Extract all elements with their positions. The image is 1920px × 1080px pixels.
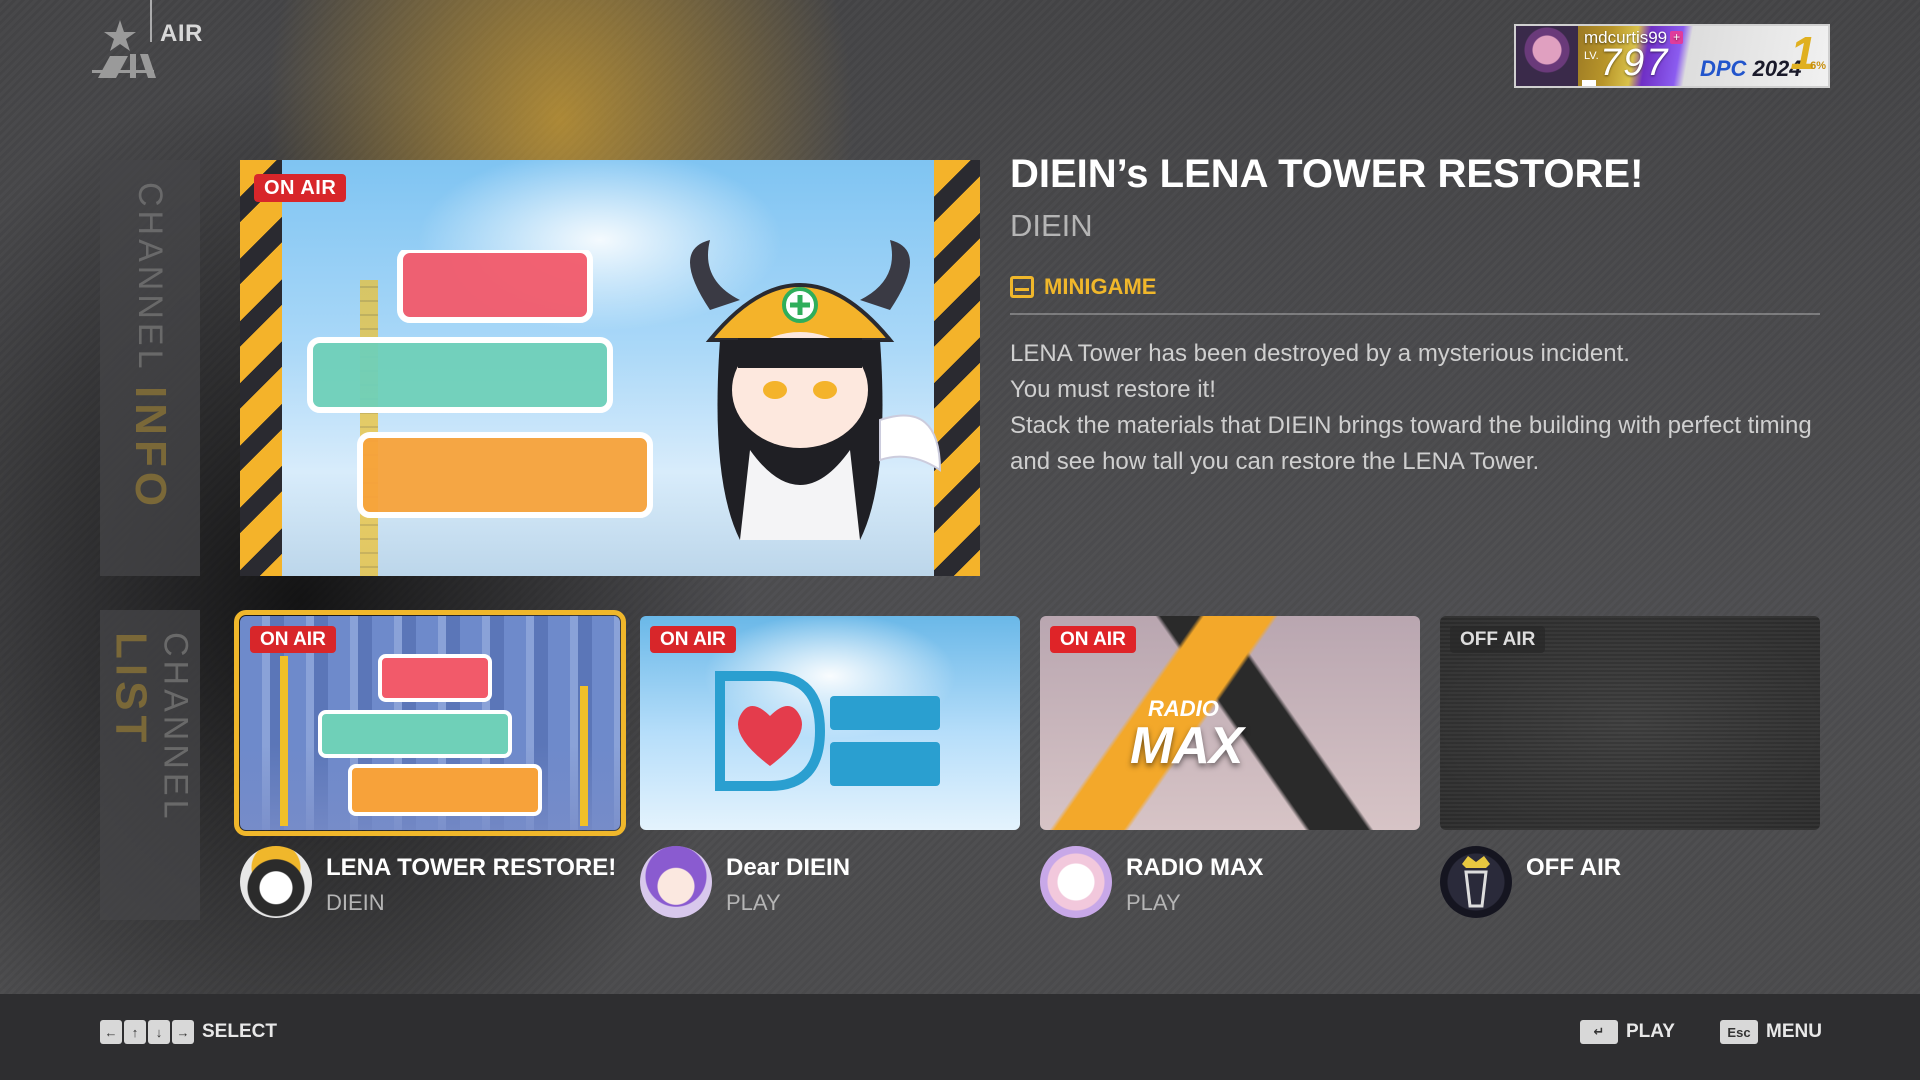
dien-character-art [690, 240, 942, 540]
featured-divider [1010, 313, 1820, 315]
tab-list-bold: LIST [106, 632, 156, 748]
desc-line-1: LENA Tower has been destroyed by a myste… [1010, 340, 1630, 367]
channel-name: OFF AIR [1526, 854, 1622, 881]
arrow-keys: ← ↑ ↓ → [100, 1020, 194, 1044]
featured-banner[interactable]: ON AIR [240, 160, 980, 576]
channel-card-off-air[interactable]: OFF AIR OFF AIR [1440, 616, 1820, 926]
channel-thumbnail[interactable]: OFF AIR [1440, 616, 1820, 830]
play-hint[interactable]: ↵ PLAY [1580, 1020, 1675, 1044]
on-air-badge: ON AIR [254, 174, 347, 202]
esc-key-icon: Esc [1720, 1020, 1758, 1044]
select-label: SELECT [202, 1021, 277, 1042]
banner-title-art [307, 250, 653, 518]
on-air-badge: ON AIR [1050, 626, 1136, 653]
radio-max-logo-bottom: MAX [1130, 717, 1244, 775]
featured-description: LENA Tower has been destroyed by a myste… [1010, 336, 1820, 480]
channel-avatar [640, 846, 712, 918]
channel-card-lena-tower[interactable]: ON AIR LENA TOWER RESTORE! DIEIN [234, 610, 626, 926]
channel-sub: PLAY [726, 890, 781, 915]
channel-avatar [1440, 846, 1512, 918]
tab-info-bold: INFO [126, 385, 175, 512]
crown-icon [1462, 856, 1490, 908]
featured-creator: DIEIN [1010, 208, 1093, 243]
channel-thumbnail[interactable]: ON AIR [640, 616, 1020, 830]
hazard-stripe-left [240, 160, 282, 576]
play-label: PLAY [1626, 1021, 1675, 1042]
featured-category: MINIGAME [1010, 274, 1156, 300]
plus-icon: + [1670, 31, 1684, 44]
profile-avatar[interactable] [1516, 26, 1578, 86]
arrow-down-icon: ↓ [148, 1020, 170, 1044]
profile-level-label: LV. [1584, 50, 1599, 62]
profile-event: DPC 2024 [1700, 56, 1802, 81]
channel-sub: DIEIN [326, 890, 385, 915]
select-hint[interactable]: ← ↑ ↓ → SELECT [100, 1020, 277, 1044]
on-air-badge: ON AIR [650, 626, 736, 653]
arrow-right-icon: → [172, 1020, 194, 1044]
desc-line-2: You must restore it! [1010, 376, 1216, 403]
menu-label: MENU [1766, 1021, 1822, 1042]
app-title: AIR [160, 20, 203, 47]
arrow-left-icon: ← [100, 1020, 122, 1044]
on-air-badge: ON AIR [250, 626, 336, 653]
channel-avatar [1040, 846, 1112, 918]
arrow-up-icon: ↑ [124, 1020, 146, 1044]
profile-percent: 6% [1810, 60, 1826, 72]
minigame-icon [1010, 276, 1034, 298]
channel-avatar [240, 846, 312, 918]
tab-channel-list[interactable]: CHANNEL LIST [100, 610, 200, 920]
channel-thumbnail[interactable]: RADIO MAX ON AIR [1040, 616, 1420, 830]
tab-channel-info[interactable]: CHANNEL INFO [100, 160, 200, 576]
category-label: MINIGAME [1044, 274, 1157, 299]
tab-list-light: CHANNEL [156, 632, 195, 823]
menu-hint[interactable]: Esc MENU [1720, 1020, 1822, 1044]
logo-separator [150, 0, 152, 42]
tab-info-light: CHANNEL [131, 182, 169, 373]
channel-name: Dear DIEIN [726, 854, 851, 881]
profile-level: 797 [1600, 42, 1670, 84]
profile-exp-bar [1582, 80, 1596, 86]
profile-card[interactable]: mdcurtis99 + LV. 797 DPC 2024 1 6% [1514, 24, 1830, 88]
channel-name: LENA TOWER RESTORE! [326, 854, 617, 881]
channel-thumbnail[interactable]: ON AIR [234, 610, 626, 836]
enter-key-icon: ↵ [1580, 1020, 1618, 1044]
featured-title: DIEIN’s LENA TOWER RESTORE! [1010, 152, 1644, 196]
channel-card-dear-dein[interactable]: ON AIR Dear DIEIN PLAY [640, 616, 1020, 926]
air-logo-icon [92, 20, 156, 78]
channel-sub: PLAY [1126, 890, 1181, 915]
channel-name: RADIO MAX [1126, 854, 1264, 881]
off-air-badge: OFF AIR [1450, 626, 1546, 653]
desc-line-3: Stack the materials that DIEIN brings to… [1010, 412, 1812, 475]
channel-card-radio-max[interactable]: RADIO MAX ON AIR RADIO MAX PLAY [1040, 616, 1420, 926]
dear-dein-logo-art [715, 671, 940, 791]
